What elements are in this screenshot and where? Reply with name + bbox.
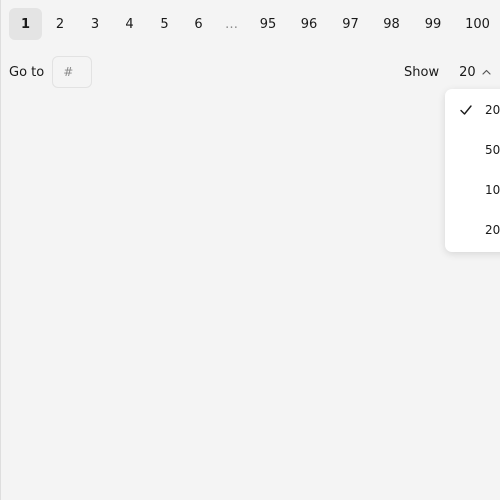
page-size-option-50[interactable]: 50 [445,130,500,170]
page-button-96[interactable]: 96 [288,8,330,40]
page: 1 2 3 4 5 6 … 95 96 97 98 99 100 Go to S… [0,0,500,500]
page-button-99[interactable]: 99 [412,8,454,40]
page-size-option-label: 200 [485,223,500,237]
page-button-6[interactable]: 6 [182,8,215,40]
page-size-option-200[interactable]: 200 [445,210,500,250]
page-button-97[interactable]: 97 [330,8,371,40]
page-size-select[interactable]: 20 [459,65,492,80]
goto-page-input[interactable] [52,56,93,88]
goto-label: Go to [9,64,45,80]
page-size-value: 20 [459,64,476,80]
page-size-option-label: 20 [485,103,500,117]
page-button-2[interactable]: 2 [42,8,78,40]
page-size-menu: 20 50 100 200 [445,89,500,252]
page-button-1[interactable]: 1 [9,8,42,40]
page-size-option-100[interactable]: 100 [445,170,500,210]
goto-control: Go to [9,56,93,88]
page-button-3[interactable]: 3 [78,8,112,40]
pagination: 1 2 3 4 5 6 … 95 96 97 98 99 100 [9,8,500,40]
page-size-option-label: 100 [485,183,500,197]
page-size-label: Show [404,64,440,80]
page-size-option-20[interactable]: 20 [445,90,500,130]
page-button-4[interactable]: 4 [112,8,147,40]
page-button-100[interactable]: 100 [454,8,500,40]
page-button-5[interactable]: 5 [147,8,182,40]
chevron-up-icon [482,67,492,77]
pagination-ellipsis: … [225,16,238,32]
check-icon [459,103,473,117]
page-button-98[interactable]: 98 [371,8,412,40]
page-size-control: Show 20 [404,56,492,88]
page-size-option-label: 50 [485,143,500,157]
left-border [0,0,1,500]
page-button-95[interactable]: 95 [248,8,288,40]
